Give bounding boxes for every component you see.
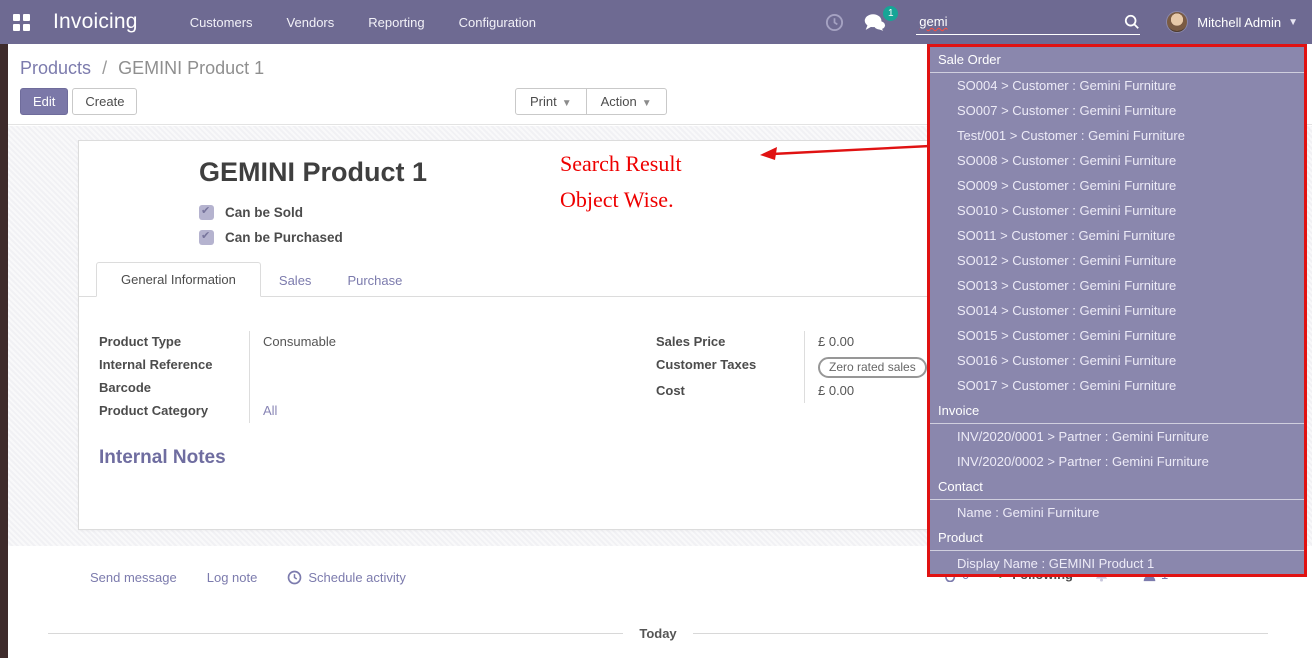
breadcrumb: Products / GEMINI Product 1 bbox=[20, 58, 264, 79]
navbar-menus: Customers Vendors Reporting Configuration bbox=[190, 15, 536, 30]
user-name: Mitchell Admin bbox=[1197, 15, 1281, 30]
field-label: Product Category bbox=[99, 400, 249, 418]
search-result-item[interactable]: Name : Gemini Furniture bbox=[930, 500, 1304, 525]
search-result-item[interactable]: INV/2020/0001 > Partner : Gemini Furnitu… bbox=[930, 424, 1304, 449]
apps-grid-icon[interactable] bbox=[13, 14, 30, 31]
search-result-item[interactable]: SO011 > Customer : Gemini Furniture bbox=[930, 223, 1304, 248]
user-avatar bbox=[1166, 11, 1188, 33]
search-section-header: Sale Order bbox=[930, 47, 1304, 73]
menu-item-vendors[interactable]: Vendors bbox=[287, 15, 335, 30]
create-button[interactable]: Create bbox=[72, 88, 137, 115]
record-buttons: Edit Create bbox=[20, 88, 137, 115]
divider-line-left bbox=[48, 633, 623, 634]
fields-left-column: Product TypeConsumableInternal Reference… bbox=[99, 331, 519, 423]
log-note-button[interactable]: Log note bbox=[207, 570, 258, 585]
search-result-item[interactable]: SO016 > Customer : Gemini Furniture bbox=[930, 348, 1304, 373]
internal-notes-heading: Internal Notes bbox=[99, 447, 226, 469]
send-message-button[interactable]: Send message bbox=[90, 570, 177, 585]
menu-item-configuration[interactable]: Configuration bbox=[459, 15, 536, 30]
search-result-item[interactable]: SO014 > Customer : Gemini Furniture bbox=[930, 298, 1304, 323]
today-label: Today bbox=[639, 626, 676, 641]
app-title[interactable]: Invoicing bbox=[53, 10, 138, 34]
action-buttons: Print▼ Action▼ bbox=[515, 88, 667, 115]
divider-line-right bbox=[693, 633, 1268, 634]
breadcrumb-products-link[interactable]: Products bbox=[20, 58, 91, 78]
search-result-item[interactable]: INV/2020/0002 > Partner : Gemini Furnitu… bbox=[930, 449, 1304, 474]
field-label: Cost bbox=[656, 380, 804, 398]
checkmark-icon: ✔ bbox=[201, 229, 210, 242]
search-result-item[interactable]: SO010 > Customer : Gemini Furniture bbox=[930, 198, 1304, 223]
field-row: Product CategoryAll bbox=[99, 400, 519, 423]
field-value[interactable]: All bbox=[249, 400, 519, 423]
field-value: Consumable bbox=[249, 331, 519, 354]
window-edge-strip bbox=[0, 44, 8, 658]
search-result-item[interactable]: SO007 > Customer : Gemini Furniture bbox=[930, 98, 1304, 123]
breadcrumb-current: GEMINI Product 1 bbox=[118, 58, 264, 78]
annotation-line-2: Object Wise. bbox=[560, 182, 682, 218]
search-icon[interactable] bbox=[1124, 14, 1140, 30]
schedule-activity-button[interactable]: Schedule activity bbox=[287, 570, 406, 585]
tab-sales[interactable]: Sales bbox=[261, 264, 330, 297]
field-label: Sales Price bbox=[656, 331, 804, 349]
messages-icon[interactable]: 1 bbox=[862, 13, 886, 32]
search-section-header: Contact bbox=[930, 474, 1304, 500]
checkbox-row[interactable]: ✔ Can be Sold bbox=[199, 205, 303, 220]
search-result-item[interactable]: SO012 > Customer : Gemini Furniture bbox=[930, 248, 1304, 273]
annotation-text: Search Result Object Wise. bbox=[560, 146, 682, 218]
chatter-toolbar: Send message Log note Schedule activity bbox=[90, 570, 406, 585]
screen: Invoicing Customers Vendors Reporting Confi… bbox=[0, 0, 1312, 658]
user-menu[interactable]: Mitchell Admin ▼ bbox=[1166, 11, 1298, 33]
print-dropdown-button[interactable]: Print▼ bbox=[515, 88, 587, 115]
field-label: Internal Reference bbox=[99, 354, 249, 372]
tab-general-information[interactable]: General Information bbox=[96, 262, 261, 297]
search-result-item[interactable]: SO015 > Customer : Gemini Furniture bbox=[930, 323, 1304, 348]
search-query-text: gemi bbox=[916, 14, 947, 29]
field-value bbox=[249, 377, 519, 400]
checkbox-label: Can be Purchased bbox=[225, 230, 343, 245]
field-value bbox=[249, 354, 519, 377]
menu-item-reporting[interactable]: Reporting bbox=[368, 15, 424, 30]
field-label: Customer Taxes bbox=[656, 354, 804, 372]
breadcrumb-separator: / bbox=[102, 58, 107, 78]
schedule-clock-icon bbox=[287, 570, 302, 585]
edit-button[interactable]: Edit bbox=[20, 88, 68, 115]
user-menu-caret-icon: ▼ bbox=[1288, 17, 1298, 28]
search-result-item[interactable]: Test/001 > Customer : Gemini Furniture bbox=[930, 123, 1304, 148]
activities-clock-icon[interactable] bbox=[825, 13, 844, 32]
field-row: Product TypeConsumable bbox=[99, 331, 519, 354]
checkbox-checked[interactable]: ✔ bbox=[199, 230, 214, 245]
top-navbar: Invoicing Customers Vendors Reporting Confi… bbox=[0, 0, 1312, 44]
search-result-item[interactable]: SO013 > Customer : Gemini Furniture bbox=[930, 273, 1304, 298]
action-dropdown-button[interactable]: Action▼ bbox=[586, 88, 667, 115]
search-result-item[interactable]: SO017 > Customer : Gemini Furniture bbox=[930, 373, 1304, 398]
search-section-header: Product bbox=[930, 525, 1304, 551]
search-result-item[interactable]: SO004 > Customer : Gemini Furniture bbox=[930, 73, 1304, 98]
checkbox-checked[interactable]: ✔ bbox=[199, 205, 214, 220]
annotation-arrow bbox=[758, 140, 933, 166]
tax-tag-badge: Zero rated sales bbox=[818, 357, 927, 378]
message-count-badge: 1 bbox=[883, 6, 898, 21]
global-search-input[interactable]: gemi bbox=[916, 9, 1140, 35]
today-divider: Today bbox=[48, 626, 1268, 641]
search-result-item[interactable]: SO008 > Customer : Gemini Furniture bbox=[930, 148, 1304, 173]
field-label: Barcode bbox=[99, 377, 249, 395]
field-label: Product Type bbox=[99, 331, 249, 349]
product-title: GEMINI Product 1 bbox=[199, 157, 427, 188]
print-caret-icon: ▼ bbox=[562, 98, 572, 109]
search-results-dropdown: Sale OrderSO004 > Customer : Gemini Furn… bbox=[927, 44, 1307, 577]
menu-item-customers[interactable]: Customers bbox=[190, 15, 253, 30]
annotation-line-1: Search Result bbox=[560, 146, 682, 182]
search-result-item[interactable]: SO009 > Customer : Gemini Furniture bbox=[930, 173, 1304, 198]
search-result-item[interactable]: Display Name : GEMINI Product 1 bbox=[930, 551, 1304, 576]
navbar-right: 1 gemi Mitchell Admin ▼ bbox=[825, 0, 1312, 44]
tab-purchase[interactable]: Purchase bbox=[329, 264, 420, 297]
field-row: Barcode bbox=[99, 377, 519, 400]
field-row: Internal Reference bbox=[99, 354, 519, 377]
search-section-header: Invoice bbox=[930, 398, 1304, 424]
action-caret-icon: ▼ bbox=[642, 98, 652, 109]
checkmark-icon: ✔ bbox=[201, 204, 210, 217]
checkbox-row[interactable]: ✔ Can be Purchased bbox=[199, 230, 343, 245]
checkbox-label: Can be Sold bbox=[225, 205, 303, 220]
